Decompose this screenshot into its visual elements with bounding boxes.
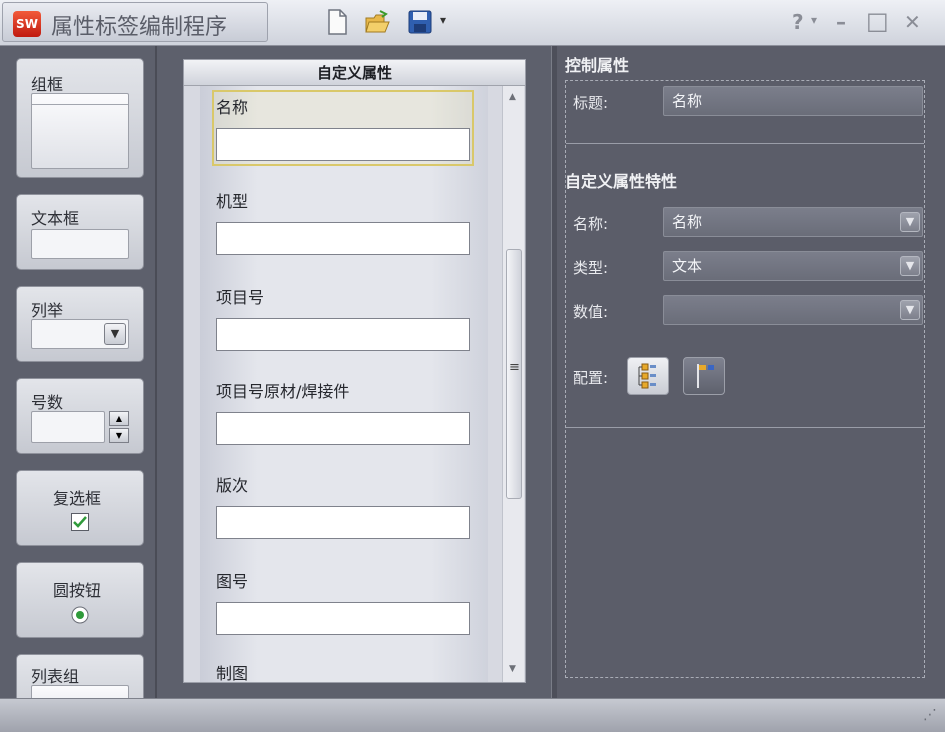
scroll-thumb[interactable]: ≡ <box>506 249 522 499</box>
palette-groupbox[interactable]: 组框 <box>16 58 144 178</box>
listgroup-preview <box>31 685 129 698</box>
checkbox-checked-icon <box>71 513 89 531</box>
chevron-down-icon: ▼ <box>104 323 126 345</box>
number-preview <box>31 411 105 443</box>
textbox-preview <box>31 229 129 259</box>
field-input[interactable] <box>216 602 470 635</box>
property-panel: 控制属性 标题: 名称 自定义属性特性 名称: 名称 ▼ 类型: 文本 ▼ 数值… <box>557 46 945 698</box>
help-dropdown-icon[interactable]: ▾ <box>811 13 817 27</box>
palette-groupbox-label: 组框 <box>31 75 64 94</box>
caption-label: 标题: <box>573 94 609 112</box>
maximize-icon[interactable]: □ <box>866 7 889 35</box>
form-field[interactable]: 制图 <box>200 658 488 682</box>
scroll-grip-icon: ≡ <box>509 360 520 375</box>
groupbox-preview <box>31 93 129 169</box>
config-label: 配置: <box>573 369 609 387</box>
field-input[interactable] <box>216 412 470 445</box>
status-bar: ⋰ <box>0 698 945 732</box>
help-icon[interactable]: ? <box>792 10 804 34</box>
name-label: 名称: <box>573 215 609 233</box>
control-properties-title: 控制属性 <box>565 56 630 75</box>
title-bar: SW 属性标签编制程序 ▾ ? ▾ – □ ✕ <box>0 0 945 46</box>
field-input[interactable] <box>216 318 470 351</box>
palette-listgroup-label: 列表组 <box>31 667 80 686</box>
close-icon[interactable]: ✕ <box>904 10 921 34</box>
scroll-down-icon[interactable]: ▼ <box>509 664 516 674</box>
palette-number[interactable]: 号数 ▲ ▼ <box>16 378 144 454</box>
form-scrollbar[interactable]: ▲ ≡ ▼ <box>502 86 524 682</box>
chevron-down-icon[interactable]: ▼ <box>900 256 920 276</box>
control-palette: 组框 文本框 列举 ▼ 号数 ▲ ▼ 复选框 圆按钮 列表组 <box>0 46 157 698</box>
field-input[interactable] <box>216 222 470 255</box>
divider <box>566 143 924 144</box>
config-tree-icon <box>638 363 656 389</box>
radio-selected-icon <box>71 606 89 624</box>
app-title: 属性标签编制程序 <box>51 15 228 40</box>
new-file-icon[interactable] <box>324 8 350 36</box>
config-flag-icon <box>697 364 714 388</box>
form-field[interactable]: 项目号 <box>200 282 488 378</box>
value-select[interactable]: ▼ <box>663 295 923 325</box>
form-header: 自定义属性 <box>184 60 525 86</box>
field-label: 机型 <box>216 192 249 211</box>
spin-up-icon: ▲ <box>109 411 129 426</box>
spin-down-icon: ▼ <box>109 428 129 443</box>
form-fields-area: 名称 机型 项目号 项目号原材/焊接件 版次 图号 制图 <box>200 86 488 682</box>
type-select-value: 文本 <box>672 257 703 275</box>
chevron-down-icon[interactable]: ▼ <box>900 300 920 320</box>
palette-radio[interactable]: 圆按钮 <box>16 562 144 638</box>
palette-checkbox[interactable]: 复选框 <box>16 470 144 546</box>
palette-textbox-label: 文本框 <box>31 209 80 228</box>
form-field-selected[interactable]: 名称 <box>212 90 474 166</box>
palette-list[interactable]: 列举 ▼ <box>16 286 144 362</box>
caption-input[interactable]: 名称 <box>663 86 923 116</box>
field-label: 名称 <box>216 98 249 117</box>
field-label: 项目号 <box>216 288 265 307</box>
open-folder-icon[interactable] <box>364 8 390 36</box>
name-select-value: 名称 <box>672 213 703 231</box>
list-preview: ▼ <box>31 319 129 349</box>
palette-radio-label: 圆按钮 <box>53 581 102 600</box>
resize-grip-icon[interactable]: ⋰ <box>923 707 937 723</box>
field-input[interactable] <box>216 128 470 161</box>
palette-list-label: 列举 <box>31 301 64 320</box>
chevron-down-icon[interactable]: ▼ <box>900 212 920 232</box>
field-label: 项目号原材/焊接件 <box>216 382 350 401</box>
type-label: 类型: <box>573 259 609 277</box>
config-tree-button[interactable] <box>627 357 669 395</box>
palette-listgroup[interactable]: 列表组 <box>16 654 144 698</box>
save-icon[interactable] <box>407 8 433 36</box>
name-select[interactable]: 名称 ▼ <box>663 207 923 237</box>
form-field[interactable]: 图号 <box>200 566 488 662</box>
form-field[interactable]: 机型 <box>200 186 488 282</box>
scroll-up-icon[interactable]: ▲ <box>509 92 516 102</box>
config-flag-button[interactable] <box>683 357 725 395</box>
form-field[interactable]: 项目号原材/焊接件 <box>200 376 488 472</box>
form-field[interactable]: 版次 <box>200 470 488 566</box>
type-select[interactable]: 文本 ▼ <box>663 251 923 281</box>
minimize-icon[interactable]: – <box>836 10 846 34</box>
field-label: 图号 <box>216 572 249 591</box>
save-dropdown-icon[interactable]: ▾ <box>440 13 446 27</box>
palette-number-label: 号数 <box>31 393 64 412</box>
field-input[interactable] <box>216 506 470 539</box>
divider <box>566 427 924 428</box>
form-canvas: 自定义属性 名称 机型 项目号 项目号原材/焊接件 版次 图号 制图 ▲ ≡ ▼ <box>183 59 526 683</box>
field-label: 制图 <box>216 664 249 682</box>
custom-properties-title: 自定义属性特性 <box>565 172 678 191</box>
palette-checkbox-label: 复选框 <box>53 489 102 508</box>
field-label: 版次 <box>216 476 249 495</box>
value-label: 数值: <box>573 303 609 321</box>
solidworks-logo-icon: SW <box>13 11 41 37</box>
palette-textbox[interactable]: 文本框 <box>16 194 144 270</box>
app-title-box: SW 属性标签编制程序 <box>2 2 268 42</box>
